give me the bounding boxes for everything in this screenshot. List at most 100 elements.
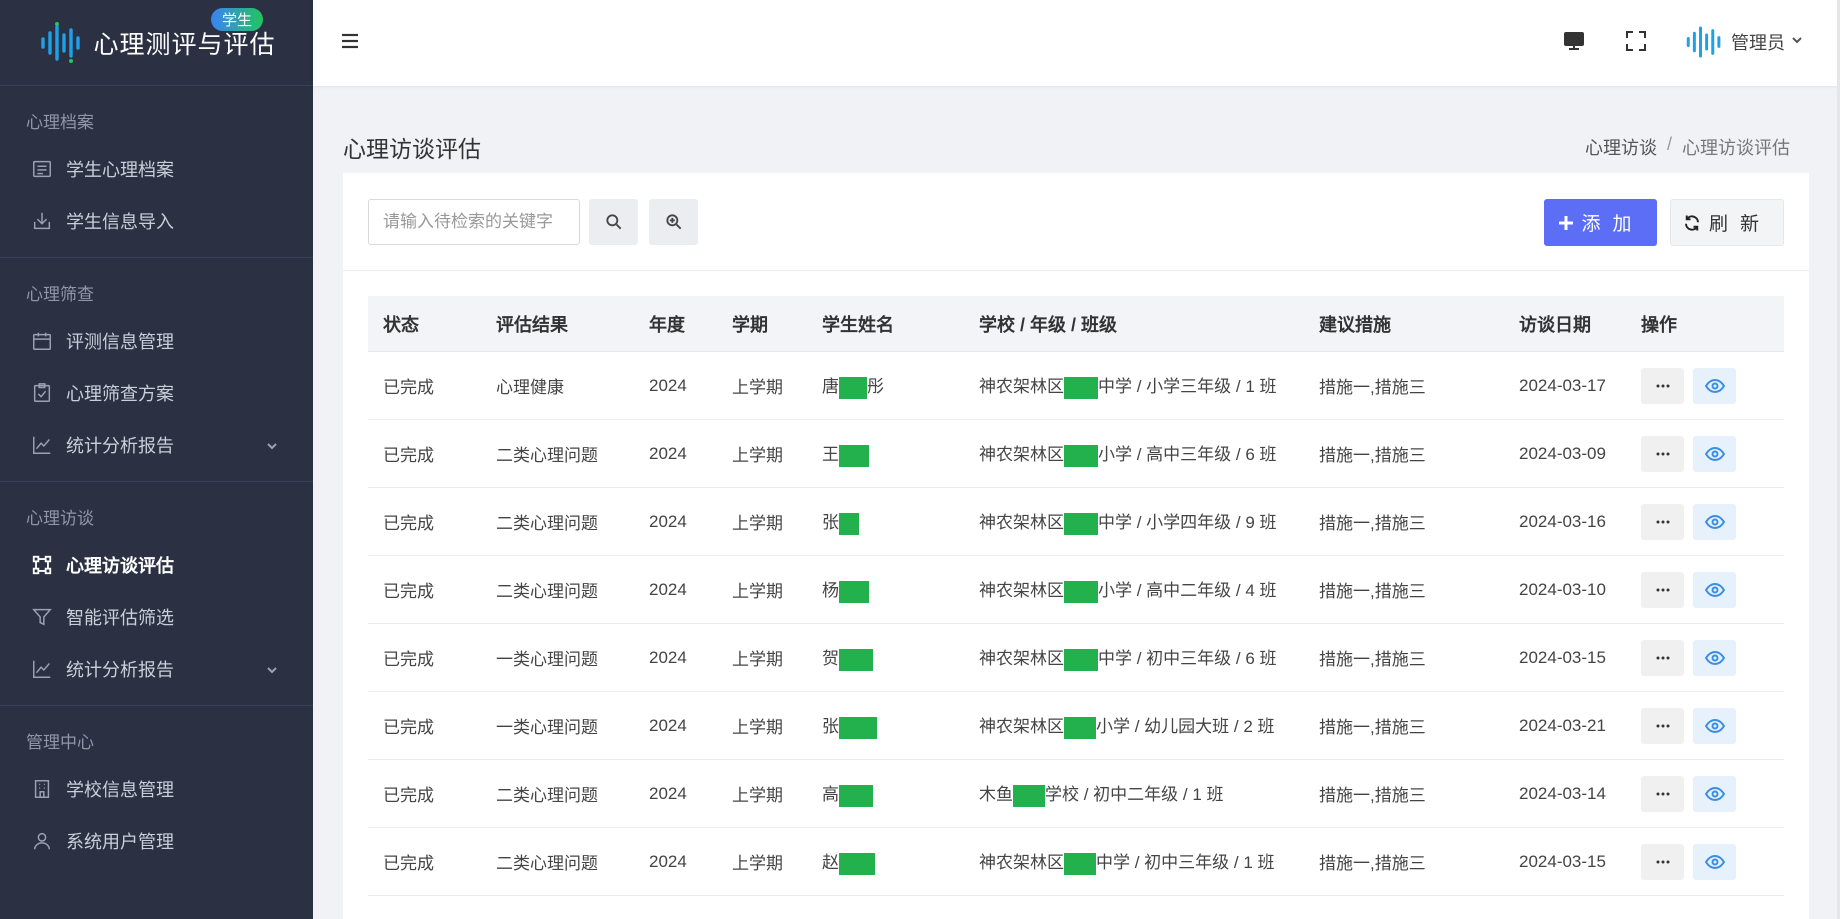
more-actions-button[interactable] <box>1641 775 1684 812</box>
search-icon <box>605 214 621 230</box>
search-button[interactable] <box>589 199 638 245</box>
column-header-measures[interactable]: 建议措施 <box>1304 311 1504 337</box>
student-name-suffix: 彤 <box>867 377 884 397</box>
column-header-student-name[interactable]: 学生姓名 <box>807 311 964 337</box>
more-actions-button[interactable] <box>1641 571 1684 608</box>
column-header-date[interactable]: 访谈日期 <box>1504 311 1626 337</box>
measures-cell: 措施一,措施三 <box>1319 446 1426 465</box>
table-row[interactable]: 已完成 二类心理问题 2024 上学期 王 神农架林区 小学 / 高中三年级 / 6 班 措施… <box>368 420 1784 488</box>
status-cell: 已完成 <box>383 378 434 397</box>
sidebar-item-school-info[interactable]: 学校信息管理 <box>0 763 313 815</box>
section-interview: 心理访谈 心理访谈评估 智能评估筛选 统计分析报告 <box>0 482 313 706</box>
redaction-mask <box>1064 512 1098 535</box>
student-name-cell: 杨 <box>807 576 964 603</box>
brand[interactable]: 心理测评与评估 学生 <box>0 0 313 86</box>
sidebar-item-assessment-info[interactable]: 评测信息管理 <box>0 315 313 367</box>
school-suffix: 中学 / 小学四年级 / 9 班 <box>1098 513 1277 533</box>
sidebar-item-label: 统计分析报告 <box>66 436 174 456</box>
monitor-icon <box>1564 32 1584 50</box>
more-actions-button[interactable] <box>1641 503 1684 540</box>
sidebar-item-label: 心理访谈评估 <box>66 556 174 576</box>
redaction-mask <box>1064 580 1098 603</box>
document-icon <box>30 157 54 181</box>
table-row[interactable]: 已完成 二类心理问题 2024 上学期 杨 神农架林区 小学 / 高中二年级 / 4 班 措施… <box>368 556 1784 624</box>
redaction-mask <box>839 580 869 603</box>
table-row[interactable]: 已完成 一类心理问题 2024 上学期 贺 神农架林区 中学 / 初中三年级 / 6 班 措施… <box>368 624 1784 692</box>
more-actions-button[interactable] <box>1641 639 1684 676</box>
sidebar-item-interview-report[interactable]: 统计分析报告 <box>0 643 313 695</box>
redaction-mask <box>839 784 873 807</box>
table-row[interactable]: 已完成 二类心理问题 2024 上学期 张 神农架林区 中学 / 小学四年级 / 9 班 措施… <box>368 488 1784 556</box>
column-header-term[interactable]: 学期 <box>717 311 807 337</box>
view-button[interactable] <box>1693 435 1736 472</box>
advanced-search-button[interactable] <box>649 199 698 245</box>
search-input[interactable] <box>368 199 580 245</box>
content-card: 添加 刷新 状态 评估结果 年度 学期 学生姓名 学校 / 年级 / 班级 建议… <box>343 173 1809 919</box>
sidebar-item-system-users[interactable]: 系统用户管理 <box>0 815 313 867</box>
chevron-down-icon <box>265 661 279 675</box>
redaction-mask <box>839 444 869 467</box>
table-row[interactable]: 已完成 心理健康 2024 上学期唐彤神农架林区 中学 / 小学三年级 / 1 班措施一… <box>368 352 1784 420</box>
eye-icon <box>1704 786 1725 801</box>
menu-toggle-button[interactable] <box>337 28 363 54</box>
sidebar-item-screening-report[interactable]: 统计分析报告 <box>0 419 313 471</box>
view-button[interactable] <box>1693 707 1736 744</box>
column-header-school[interactable]: 学校 / 年级 / 班级 <box>964 311 1304 337</box>
view-button[interactable] <box>1693 843 1736 880</box>
top-header: 管理员 <box>313 0 1840 86</box>
actions-cell <box>1626 367 1784 404</box>
column-header-result[interactable]: 评估结果 <box>481 311 634 337</box>
add-label: 添加 <box>1581 214 1644 235</box>
view-button[interactable] <box>1693 571 1736 608</box>
sidebar-item-interview-assessment[interactable]: 心理访谈评估 <box>0 539 313 591</box>
section-title: 心理档案 <box>26 113 94 132</box>
sidebar-item-student-import[interactable]: 学生信息导入 <box>0 195 313 247</box>
fullscreen-button[interactable] <box>1622 27 1650 55</box>
sidebar-item-screening-plan[interactable]: 心理筛查方案 <box>0 367 313 419</box>
measures-cell: 措施一,措施三 <box>1319 718 1426 737</box>
status-cell: 已完成 <box>383 514 434 533</box>
add-button[interactable]: 添加 <box>1544 199 1657 246</box>
column-header-status[interactable]: 状态 <box>368 311 481 337</box>
user-menu[interactable]: 管理员 <box>1683 20 1803 64</box>
breadcrumb-parent[interactable]: 心理访谈 <box>1585 134 1657 160</box>
view-button[interactable] <box>1693 775 1736 812</box>
actions-cell <box>1626 843 1784 880</box>
refresh-button[interactable]: 刷新 <box>1670 199 1784 246</box>
year-cell: 2024 <box>649 783 687 803</box>
view-button[interactable] <box>1693 639 1736 676</box>
more-actions-button[interactable] <box>1641 707 1684 744</box>
redaction-mask <box>839 648 873 671</box>
term-cell: 上学期 <box>732 446 783 465</box>
breadcrumb-separator: / <box>1666 134 1672 154</box>
status-cell: 已完成 <box>383 718 434 737</box>
line-chart-icon <box>30 433 54 457</box>
more-actions-button[interactable] <box>1641 843 1684 880</box>
table-row[interactable]: 已完成 一类心理问题 2024 上学期 张 神农架林区 小学 / 幼儿园大班 / 2 班 措施… <box>368 692 1784 760</box>
view-button[interactable] <box>1693 503 1736 540</box>
section-archive: 心理档案 学生心理档案 学生信息导入 <box>0 86 313 258</box>
student-name-cell: 王 <box>807 440 964 467</box>
column-header-year[interactable]: 年度 <box>634 311 717 337</box>
eye-icon <box>1704 650 1725 665</box>
logo-icon <box>41 21 81 63</box>
term-cell: 上学期 <box>732 378 783 397</box>
table-row[interactable]: 已完成 二类心理问题 2024 上学期 赵 神农架林区 中学 / 初中三年级 / 1 班 措施… <box>368 828 1784 896</box>
school-cell: 神农架林区 小学 / 高中二年级 / 4 班 <box>964 576 1304 603</box>
eye-icon <box>1704 514 1725 529</box>
sidebar-item-student-archive[interactable]: 学生心理档案 <box>0 143 313 195</box>
result-cell: 二类心理问题 <box>496 786 598 805</box>
table-row[interactable]: 已完成 二类心理问题 2024 上学期 高 木鱼 学校 / 初中二年级 / 1 班 措施一,措… <box>368 760 1784 828</box>
more-actions-button[interactable] <box>1641 367 1684 404</box>
more-actions-button[interactable] <box>1641 435 1684 472</box>
sidebar-item-smart-filter[interactable]: 智能评估筛选 <box>0 591 313 643</box>
screen-button[interactable] <box>1560 27 1588 55</box>
sidebar-item-label: 学生信息导入 <box>66 212 174 232</box>
ellipsis-icon <box>1656 588 1669 591</box>
role-badge: 学生 <box>211 8 264 31</box>
school-suffix: 学校 / 初中二年级 / 1 班 <box>1045 785 1224 805</box>
year-cell: 2024 <box>649 375 687 395</box>
student-name-cell: 赵 <box>807 848 964 875</box>
view-button[interactable] <box>1693 367 1736 404</box>
avatar <box>1686 26 1721 58</box>
